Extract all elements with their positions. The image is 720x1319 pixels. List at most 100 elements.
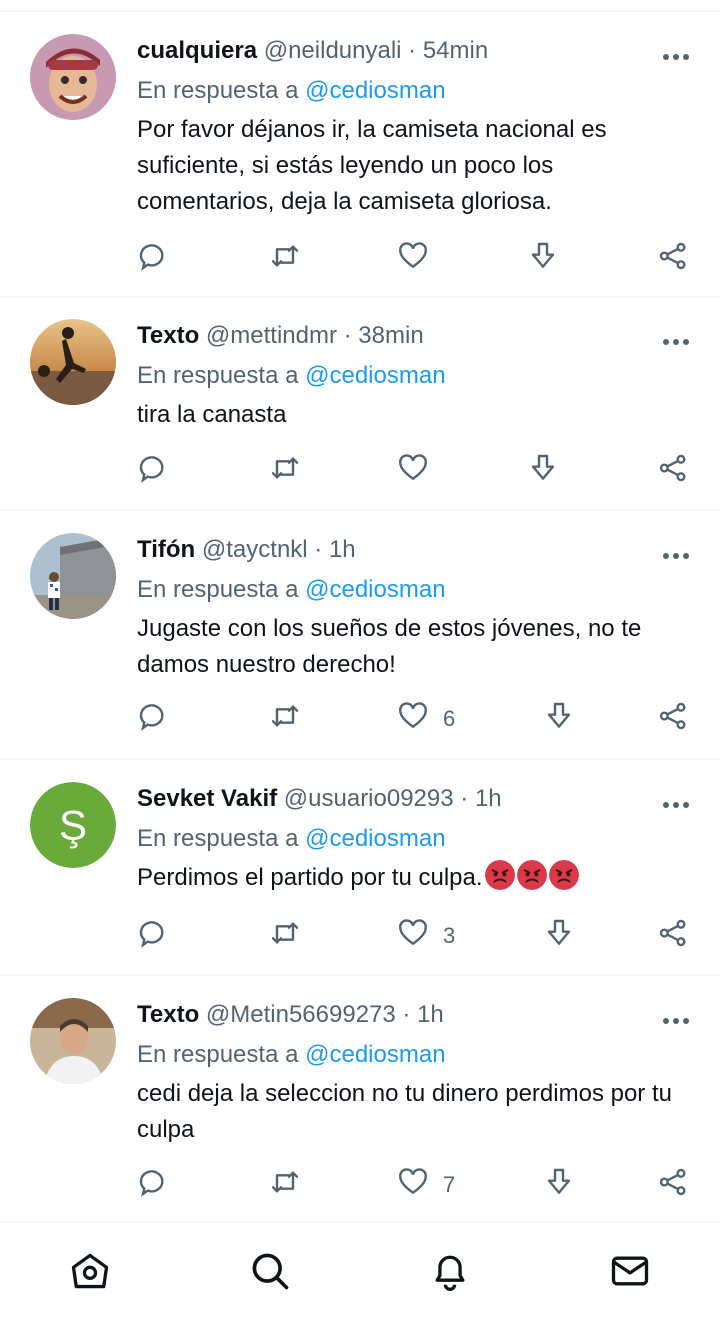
action-bar: 7 bbox=[137, 1167, 690, 1203]
tweet[interactable]: Tifón @tayctnkl · 1h En respuesta a @ced… bbox=[0, 511, 720, 760]
angry-face-icon bbox=[516, 860, 547, 890]
heart-icon bbox=[397, 700, 429, 738]
retweet-icon bbox=[269, 1166, 301, 1204]
retweet-icon bbox=[269, 240, 301, 278]
retweet-button[interactable] bbox=[269, 241, 301, 277]
tweet-header: Tifón @tayctnkl · 1h bbox=[137, 535, 692, 565]
search-icon[interactable] bbox=[248, 1249, 292, 1293]
download-icon bbox=[543, 917, 575, 955]
retweet-button[interactable] bbox=[269, 1167, 301, 1203]
download-icon bbox=[543, 700, 575, 738]
tweet[interactable]: Texto @Metin56699273 · 1h En respuesta a… bbox=[0, 976, 720, 1225]
reply-button[interactable] bbox=[137, 241, 169, 277]
separator: · bbox=[336, 322, 359, 349]
tweet[interactable]: Ş Sevket Vakif @usuario09293 · 1h En res… bbox=[0, 760, 720, 976]
retweet-button[interactable] bbox=[269, 701, 301, 737]
reply-button[interactable] bbox=[137, 1167, 169, 1203]
avatar[interactable]: Ş bbox=[30, 782, 116, 868]
avatar[interactable] bbox=[30, 533, 116, 619]
retweet-button[interactable] bbox=[269, 453, 301, 489]
action-bar bbox=[137, 453, 690, 489]
avatar[interactable] bbox=[30, 998, 116, 1084]
like-button[interactable]: 3 bbox=[397, 918, 455, 954]
avatar[interactable] bbox=[30, 34, 116, 120]
heart-icon bbox=[397, 1166, 429, 1204]
display-name[interactable]: Sevket Vakif bbox=[137, 785, 277, 812]
share-button[interactable] bbox=[657, 453, 689, 489]
reply-mention[interactable]: @cediosman bbox=[305, 362, 445, 389]
handle[interactable]: @Metin56699273 bbox=[206, 1001, 396, 1028]
timeline: cualquiera @neildunyali · 54min En respu… bbox=[0, 0, 720, 1225]
messages-icon[interactable] bbox=[608, 1249, 652, 1293]
reply-mention[interactable]: @cediosman bbox=[305, 1041, 445, 1068]
like-button[interactable] bbox=[397, 453, 443, 489]
avatar-letter: Ş bbox=[59, 802, 87, 849]
heart-icon bbox=[397, 917, 429, 955]
download-button[interactable] bbox=[527, 241, 559, 277]
download-icon bbox=[527, 240, 559, 278]
reply-button[interactable] bbox=[137, 453, 169, 489]
share-icon bbox=[657, 1166, 689, 1204]
download-button[interactable] bbox=[543, 1167, 575, 1203]
handle[interactable]: @tayctnkl bbox=[202, 536, 308, 563]
avatar[interactable] bbox=[30, 319, 116, 405]
display-name[interactable]: Texto bbox=[137, 322, 199, 349]
separator: · bbox=[453, 785, 475, 812]
like-button[interactable] bbox=[397, 241, 443, 277]
handle[interactable]: @usuario09293 bbox=[284, 785, 454, 812]
share-button[interactable] bbox=[657, 701, 689, 737]
tweet-header: Sevket Vakif @usuario09293 · 1h bbox=[137, 784, 692, 814]
display-name[interactable]: Texto bbox=[137, 1001, 199, 1028]
reply-prefix: En respuesta a bbox=[137, 1041, 299, 1068]
download-button[interactable] bbox=[543, 701, 575, 737]
home-icon[interactable] bbox=[68, 1249, 112, 1293]
reply-button[interactable] bbox=[137, 701, 169, 737]
handle[interactable]: @neildunyali bbox=[264, 37, 402, 64]
tweet-header: cualquiera @neildunyali · 54min bbox=[137, 36, 692, 66]
action-bar: 3 bbox=[137, 918, 690, 954]
handle[interactable]: @mettindmr bbox=[206, 322, 337, 349]
reply-context: En respuesta a @cediosman bbox=[137, 361, 692, 391]
tweet-text: Perdimos el partido por tu culpa. bbox=[137, 860, 692, 896]
tweet-text: tira la canasta bbox=[137, 401, 287, 428]
display-name[interactable]: cualquiera bbox=[137, 37, 257, 64]
like-button[interactable]: 7 bbox=[397, 1167, 455, 1203]
download-icon bbox=[527, 452, 559, 490]
comment-icon bbox=[137, 917, 169, 955]
tweet-text: Jugaste con los sueños de estos jóvenes,… bbox=[137, 615, 642, 678]
tweet[interactable]: Texto @mettindmr · 38min En respuesta a … bbox=[0, 297, 720, 511]
notifications-icon[interactable] bbox=[428, 1249, 472, 1293]
share-button[interactable] bbox=[657, 918, 689, 954]
like-count: 7 bbox=[443, 1172, 456, 1197]
download-button[interactable] bbox=[527, 453, 559, 489]
timestamp[interactable]: 38min bbox=[358, 322, 423, 349]
comment-icon bbox=[137, 700, 169, 738]
separator: · bbox=[395, 1001, 418, 1028]
reply-mention[interactable]: @cediosman bbox=[305, 825, 445, 852]
tweet-text-body: Perdimos el partido por tu culpa. bbox=[137, 864, 483, 891]
reply-context: En respuesta a @cediosman bbox=[137, 76, 692, 106]
like-count: 6 bbox=[443, 706, 456, 731]
download-button[interactable] bbox=[543, 918, 575, 954]
reply-button[interactable] bbox=[137, 918, 169, 954]
timestamp[interactable]: 54min bbox=[423, 37, 488, 64]
share-button[interactable] bbox=[657, 1167, 689, 1203]
share-button[interactable] bbox=[657, 241, 689, 277]
display-name[interactable]: Tifón bbox=[137, 536, 195, 563]
timestamp[interactable]: 1h bbox=[417, 1001, 444, 1028]
retweet-button[interactable] bbox=[269, 918, 301, 954]
reply-context: En respuesta a @cediosman bbox=[137, 824, 692, 854]
angry-face-icon bbox=[484, 860, 515, 890]
reply-mention[interactable]: @cediosman bbox=[305, 576, 445, 603]
bottom-nav bbox=[0, 1222, 720, 1319]
tweet[interactable]: cualquiera @neildunyali · 54min En respu… bbox=[0, 12, 720, 297]
reply-prefix: En respuesta a bbox=[137, 825, 299, 852]
comment-icon bbox=[137, 1166, 169, 1204]
like-count: 3 bbox=[443, 923, 456, 948]
like-button[interactable]: 6 bbox=[397, 701, 455, 737]
timestamp[interactable]: 1h bbox=[475, 785, 502, 812]
share-icon bbox=[657, 452, 689, 490]
reply-mention[interactable]: @cediosman bbox=[305, 77, 445, 104]
timestamp[interactable]: 1h bbox=[329, 536, 356, 563]
share-icon bbox=[657, 700, 689, 738]
